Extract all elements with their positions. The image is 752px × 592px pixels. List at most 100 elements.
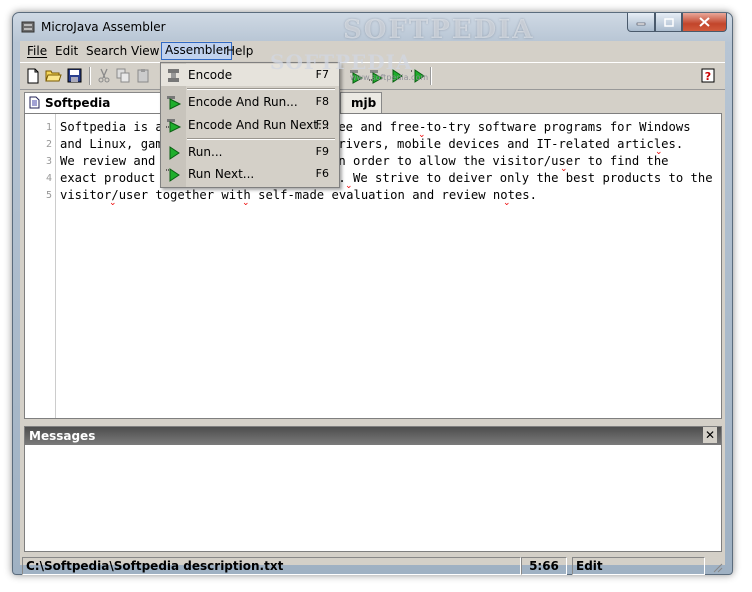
toolbar-separator	[430, 67, 432, 85]
menu-item-label: Run...	[188, 145, 223, 159]
menu-item-encode-and-run[interactable]: Encode And Run... F8	[161, 91, 339, 113]
messages-close-icon[interactable]: ✕	[703, 427, 717, 443]
menu-view-label: View	[131, 44, 160, 58]
new-file-icon	[27, 68, 38, 83]
encode-run-next-icon	[166, 119, 182, 133]
copy-button[interactable]	[115, 67, 132, 84]
menu-assembler[interactable]: Assembler	[161, 42, 233, 60]
encode-run-icon	[349, 69, 363, 84]
tab-label: mjb	[351, 96, 377, 110]
scissors-icon	[98, 68, 109, 83]
paste-icon	[137, 69, 149, 83]
menu-assembler-label: Assembler	[165, 43, 229, 57]
spellcheck-mark: ⌄	[560, 164, 568, 174]
minimize-button[interactable]	[627, 13, 655, 32]
tab-softpedia-description[interactable]: Softpedia descriptio	[24, 92, 171, 130]
spellcheck-mark: ⌄	[242, 198, 250, 208]
toolbar-encode-run-next-button[interactable]	[367, 67, 384, 84]
paste-button[interactable]	[135, 67, 152, 84]
toolbar-run-next-button[interactable]	[409, 67, 426, 84]
app-icon	[21, 21, 35, 33]
messages-title: Messages	[29, 429, 96, 443]
encode-icon	[168, 69, 179, 82]
help-button[interactable]: ?	[699, 67, 716, 84]
menu-item-run-next[interactable]: Run Next... F6	[161, 163, 339, 185]
line-number-gutter: 1 2 3 4 5	[25, 114, 56, 418]
open-folder-icon	[45, 70, 62, 82]
spellcheck-mark: ⌄	[418, 130, 426, 140]
run-icon	[392, 68, 403, 83]
resize-grip-icon[interactable]	[711, 561, 723, 573]
assembler-dropdown-menu: Encode F7 Encode And Run... F8 Encode An…	[160, 62, 340, 188]
menu-item-shortcut: F7	[315, 68, 329, 81]
menu-bar: File Edit Search View Assembler Help	[20, 41, 725, 61]
code-editor[interactable]: 1 2 3 4 5 Softpedia is a and Linux, game…	[24, 113, 722, 419]
open-file-button[interactable]	[45, 67, 62, 84]
menu-view[interactable]: View	[128, 43, 162, 59]
copy-icon	[116, 68, 130, 83]
window-controls	[627, 13, 727, 32]
code-line: We review and c	[60, 154, 171, 168]
line-number: 1	[45, 122, 52, 133]
document-area: Softpedia descriptio mjb 1 2 3 4 5 Softp…	[20, 89, 725, 419]
line-number: 5	[45, 190, 52, 201]
menu-item-shortcut: F8	[315, 95, 329, 108]
close-icon	[699, 17, 710, 27]
code-line: Softpedia is a	[60, 120, 163, 134]
menu-item-shortcut: F9	[315, 118, 329, 131]
menu-edit[interactable]: Edit	[52, 43, 81, 59]
code-line-continued: in order to allow the visitor/user to fi…	[331, 154, 669, 168]
menu-item-encode-and-run-next[interactable]: Encode And Run Next... F9	[161, 114, 339, 136]
menu-help[interactable]: Help	[223, 43, 256, 59]
status-bar: C:\Softpedia\Softpedia description.txt 5…	[20, 555, 725, 575]
code-line-continued: ree and free-to-try software programs fo…	[331, 120, 691, 134]
tab-mjb[interactable]: mjb	[340, 92, 382, 113]
menu-item-shortcut: F6	[315, 167, 329, 180]
line-number: 3	[45, 156, 52, 167]
menu-help-label: Help	[226, 44, 254, 58]
code-line: and Linux, game	[60, 137, 171, 151]
spellcheck-mark: ⌄	[503, 198, 511, 208]
menu-item-label: Run Next...	[188, 167, 255, 181]
menu-file[interactable]: File	[24, 43, 50, 59]
run-next-icon	[410, 68, 425, 83]
code-line-continued: drivers, mobile devices and IT-related a…	[331, 137, 684, 151]
spellcheck-mark: ⌄	[109, 198, 117, 208]
window-title: MicroJava Assembler	[41, 20, 166, 34]
menu-item-label: Encode And Run Next...	[188, 118, 330, 132]
client-area: File Edit Search View Assembler Help ? S…	[20, 41, 725, 575]
line-number: 2	[45, 139, 52, 150]
menu-edit-label: Edit	[55, 44, 79, 58]
close-button[interactable]	[682, 13, 727, 32]
minimize-icon	[636, 22, 646, 26]
title-bar[interactable]: MicroJava Assembler SOFTPEDIA	[13, 13, 732, 45]
maximize-button[interactable]	[655, 13, 682, 32]
toolbar-run-button[interactable]	[388, 67, 405, 84]
toolbar-separator	[89, 67, 91, 85]
app-window: MicroJava Assembler SOFTPEDIA File Edit …	[12, 12, 733, 575]
status-file-path: C:\Softpedia\Softpedia description.txt	[22, 557, 521, 575]
new-file-button[interactable]	[24, 67, 41, 84]
run-icon	[169, 146, 180, 160]
messages-panel: Messages ✕	[24, 426, 722, 552]
menu-item-label: Encode And Run...	[188, 95, 298, 109]
cut-button[interactable]	[95, 67, 112, 84]
run-next-icon	[166, 168, 180, 182]
menu-search[interactable]: Search	[83, 43, 130, 59]
menu-item-run[interactable]: Run... F9	[161, 141, 339, 163]
toolbar-encode-run-button[interactable]	[347, 67, 364, 84]
menu-item-encode[interactable]: Encode F7	[161, 64, 339, 86]
menu-item-label: Encode	[188, 68, 233, 82]
line-number: 4	[45, 173, 52, 184]
spellcheck-mark: ⌄	[655, 147, 663, 157]
toolbar: ?	[20, 62, 725, 90]
menu-search-label: Search	[86, 44, 128, 58]
svg-text:?: ?	[704, 70, 710, 83]
menu-separator	[187, 88, 335, 90]
save-file-button[interactable]	[66, 67, 83, 84]
maximize-icon	[663, 17, 674, 27]
messages-header: Messages ✕	[25, 427, 721, 445]
status-mode: Edit	[572, 557, 705, 575]
save-icon	[67, 68, 82, 83]
menu-item-shortcut: F9	[315, 145, 329, 158]
